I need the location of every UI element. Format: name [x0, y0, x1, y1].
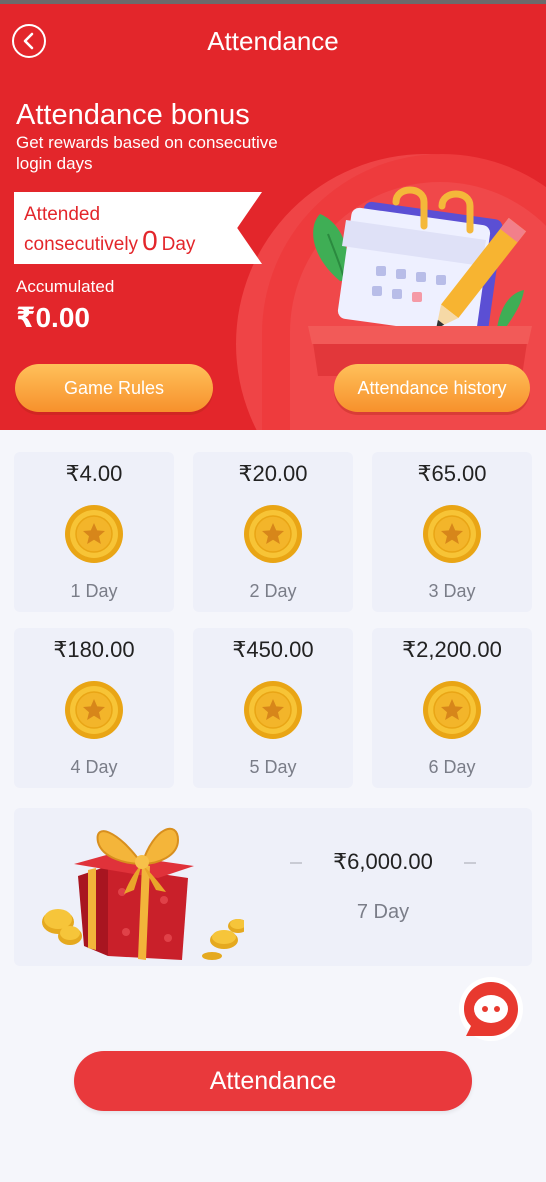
gift-box-icon — [42, 827, 244, 960]
coin-star-icon — [65, 681, 123, 739]
reward-day: 5 Day — [249, 757, 297, 777]
streak-line-2: consecutively 0 Day — [24, 225, 196, 258]
streak-line-2-label: consecutively — [24, 234, 139, 255]
coin-star-icon — [65, 505, 123, 563]
final-reward-day: 7 Day — [356, 901, 410, 923]
reward-card-day-4: ₹180.00 4 Day — [14, 628, 174, 788]
reward-day: 1 Day — [70, 581, 118, 601]
reward-card-day-2: ₹20.00 2 Day — [193, 452, 353, 612]
reward-amount: ₹450.00 — [232, 637, 314, 662]
reward-day: 6 Day — [428, 757, 476, 777]
reward-amount: ₹2,200.00 — [402, 637, 502, 662]
streak-count: 0 — [142, 225, 158, 256]
attendance-history-button[interactable]: Attendance history — [334, 364, 530, 412]
streak-line-1: Attended — [24, 204, 101, 225]
final-reward-amount: ₹6,000.00 — [333, 849, 433, 874]
bonus-title: Attendance bonus — [16, 99, 250, 131]
dash-left — [290, 862, 302, 864]
chat-support-icon[interactable] — [458, 976, 524, 1042]
accumulated-value: ₹0.00 — [16, 302, 90, 333]
reward-day: 3 Day — [428, 581, 476, 601]
coin-star-icon — [423, 505, 481, 563]
reward-amount: ₹180.00 — [53, 637, 135, 662]
accumulated-label: Accumulated — [16, 277, 115, 296]
attendance-button[interactable]: Attendance — [74, 1051, 472, 1111]
reward-card-day-7: ₹6,000.00 7 Day — [14, 808, 532, 966]
streak-suffix: Day — [161, 234, 196, 255]
reward-card-day-5: ₹450.00 5 Day — [193, 628, 353, 788]
dash-right — [464, 862, 476, 864]
reward-day: 4 Day — [70, 757, 118, 777]
game-rules-button[interactable]: Game Rules — [15, 364, 213, 412]
reward-card-day-3: ₹65.00 3 Day — [372, 452, 532, 612]
coin-star-icon — [244, 681, 302, 739]
reward-card-day-6: ₹2,200.00 6 Day — [372, 628, 532, 788]
reward-amount: ₹20.00 — [238, 461, 308, 486]
reward-day: 2 Day — [249, 581, 297, 601]
streak-card: Attended consecutively 0 Day — [14, 192, 262, 264]
attendance-header: Attendance Attendance bonus Get rewards … — [0, 4, 546, 430]
calendar-pencil-illustration — [308, 186, 532, 376]
bonus-subtitle: Get rewards based on consecutive login d… — [16, 133, 278, 173]
reward-amount: ₹4.00 — [65, 461, 123, 486]
coin-star-icon — [423, 681, 481, 739]
page-title: Attendance — [207, 26, 339, 56]
streak-text: Attended consecutively 0 Day — [24, 202, 195, 258]
reward-card-day-1: ₹4.00 1 Day — [14, 452, 174, 612]
coin-star-icon — [244, 505, 302, 563]
reward-amount: ₹65.00 — [417, 461, 487, 486]
